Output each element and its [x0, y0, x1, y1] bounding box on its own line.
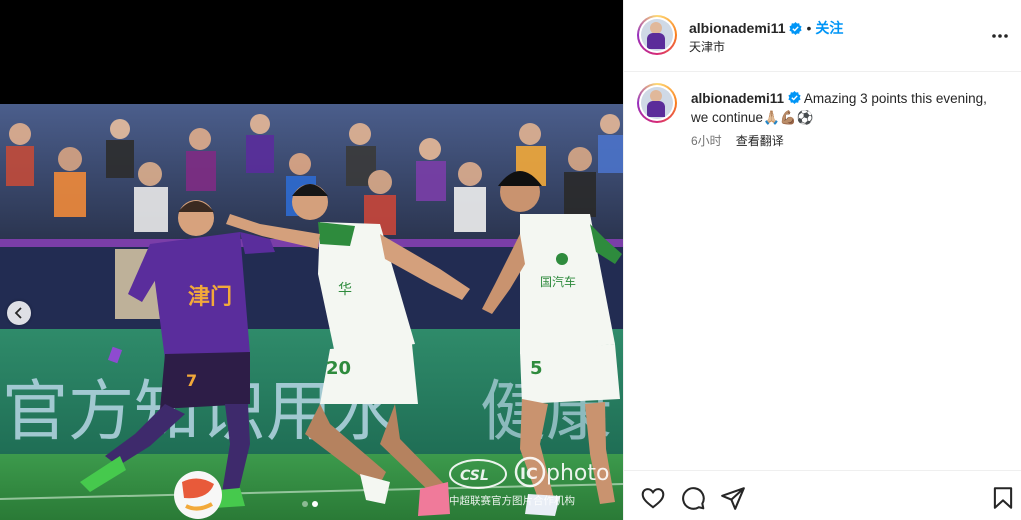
- post-actions: [624, 470, 1021, 520]
- see-translation-button[interactable]: 查看翻译: [736, 132, 784, 149]
- avatar[interactable]: [637, 15, 677, 55]
- caption-username[interactable]: albionademi11: [691, 91, 784, 106]
- more-icon[interactable]: [990, 26, 1010, 46]
- caption-text-block: albionademi11 Amazing 3 points this even…: [691, 89, 1001, 127]
- caption-avatar-image: [641, 87, 673, 119]
- verified-badge-icon: [788, 91, 801, 104]
- previous-slide-button[interactable]: [7, 301, 31, 325]
- post-header: albionademi11 • 关注 天津市: [624, 0, 1021, 72]
- comment-icon[interactable]: [680, 485, 706, 511]
- bookmark-icon[interactable]: [990, 485, 1016, 511]
- verified-badge-icon: [789, 21, 803, 35]
- watermark-ic: IC: [520, 464, 538, 483]
- svg-text:华: 华: [338, 282, 352, 298]
- header-username[interactable]: albionademi11: [689, 20, 785, 36]
- post-media[interactable]: 官方知识用水 健康 津门 7: [0, 0, 623, 520]
- watermark-caption: 中超联赛官方图片合作机构: [449, 494, 575, 507]
- follow-button[interactable]: 关注: [815, 18, 843, 38]
- avatar-image: [641, 19, 673, 51]
- share-icon[interactable]: [720, 485, 746, 511]
- caption-meta: 6小时 查看翻译: [691, 132, 784, 149]
- caption-avatar[interactable]: [637, 83, 677, 123]
- football-match-photo: 官方知识用水 健康 津门 7: [0, 104, 623, 520]
- post-location[interactable]: 天津市: [689, 38, 725, 55]
- jersey-home-number: 7: [186, 371, 197, 390]
- svg-text:国汽车: 国汽车: [540, 274, 576, 289]
- carousel-dot[interactable]: [302, 501, 308, 507]
- carousel-dots: [302, 501, 318, 507]
- chevron-left-icon: [14, 307, 22, 319]
- jersey-away-number-2: 5: [530, 358, 543, 379]
- carousel-dot-active[interactable]: [312, 501, 318, 507]
- football: [174, 471, 222, 519]
- watermark-photo: photo: [546, 461, 609, 486]
- heart-icon[interactable]: [640, 485, 666, 511]
- post-side-panel: albionademi11 • 关注 天津市 albionademi11 Ama…: [623, 0, 1021, 520]
- header-separator: •: [806, 20, 812, 36]
- jersey-away-number-1: 20: [326, 358, 351, 379]
- jersey-home-text: 津门: [188, 284, 232, 310]
- post-time[interactable]: 6小时: [691, 132, 722, 149]
- watermark-csl: CSL: [460, 468, 489, 484]
- post-photo: 官方知识用水 健康 津门 7: [0, 104, 623, 520]
